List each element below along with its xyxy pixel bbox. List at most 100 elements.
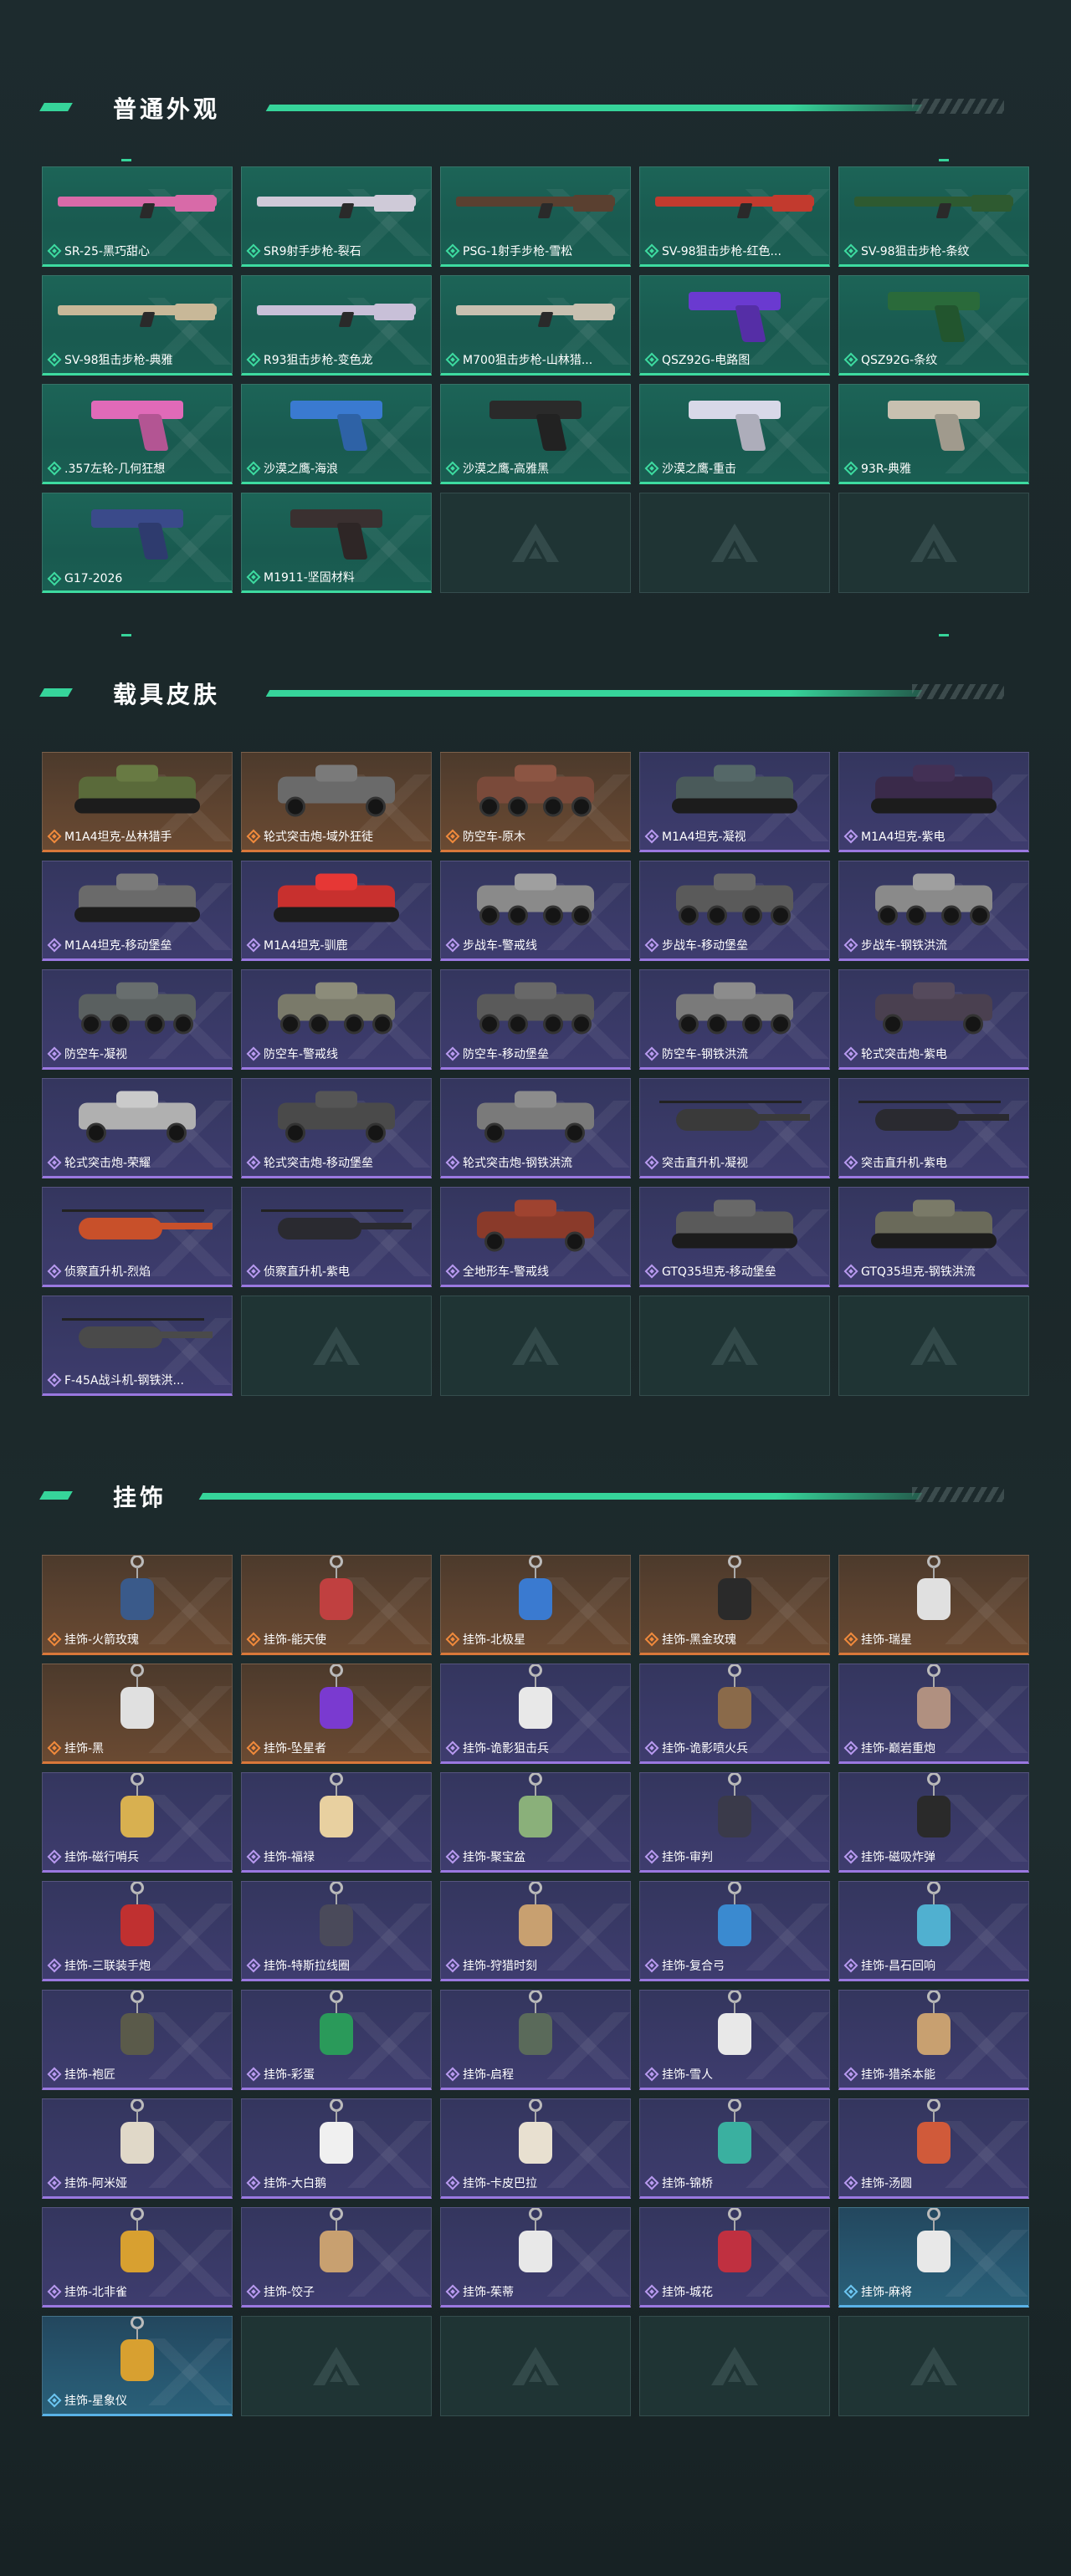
item-card[interactable]: 挂饰-黑	[42, 1664, 233, 1764]
item-card[interactable]: SR-25-黑巧甜心	[42, 166, 233, 267]
item-card[interactable]: 全地形车-警戒线	[440, 1187, 631, 1287]
item-card[interactable]: PSG-1射手步枪-雪松	[440, 166, 631, 267]
item-card[interactable]: 挂饰-聚宝盆	[440, 1772, 631, 1873]
item-card[interactable]: 轮式突击炮-钢铁洪流	[440, 1078, 631, 1178]
item-card[interactable]: F-45A战斗机-钢铁洪...	[42, 1296, 233, 1396]
item-card[interactable]: M700狙击步枪-山林猎...	[440, 275, 631, 376]
item-label-row: 挂饰-雪人	[644, 2066, 713, 2083]
item-card[interactable]: 侦察直升机-烈焰	[42, 1187, 233, 1287]
item-card[interactable]: 侦察直升机-紫电	[241, 1187, 432, 1287]
item-card[interactable]: M1A4坦克-驯鹿	[241, 861, 432, 961]
item-card[interactable]: 突击直升机-紫电	[838, 1078, 1029, 1178]
item-card[interactable]: .357左轮-几何狂想	[42, 384, 233, 484]
item-card[interactable]: R93狙击步枪-变色龙	[241, 275, 432, 376]
item-card[interactable]: 挂饰-复合弓	[639, 1881, 830, 1981]
item-card[interactable]: SV-98狙击步枪-红色...	[639, 166, 830, 267]
item-card[interactable]: 挂饰-汤圆	[838, 2098, 1029, 2199]
item-card[interactable]: 沙漠之鹰-重击	[639, 384, 830, 484]
item-card[interactable]: M1A4坦克-紫电	[838, 752, 1029, 852]
item-card[interactable]: 防空车-移动堡垒	[440, 969, 631, 1070]
item-card[interactable]: 挂饰-锦桥	[639, 2098, 830, 2199]
rarity-diamond-icon	[246, 1740, 261, 1756]
item-card[interactable]: 挂饰-彩蛋	[241, 1990, 432, 2090]
item-card[interactable]: M1911-坚固材料	[241, 493, 432, 593]
section-title: 挂饰	[113, 1484, 167, 1511]
item-card[interactable]: 防空车-警戒线	[241, 969, 432, 1070]
item-card[interactable]: 挂饰-巅岩重炮	[838, 1664, 1029, 1764]
item-card[interactable]: 挂饰-雪人	[639, 1990, 830, 2090]
item-card[interactable]: 挂饰-启程	[440, 1990, 631, 2090]
item-card[interactable]: 挂饰-特斯拉线圈	[241, 1881, 432, 1981]
item-card[interactable]: 93R-典雅	[838, 384, 1029, 484]
section-vehicle-skins: 载具皮肤	[0, 676, 1071, 709]
vehicle-wheel	[679, 1014, 699, 1035]
item-card[interactable]: 挂饰-火箭玫瑰	[42, 1555, 233, 1655]
item-card[interactable]: 挂饰-三联装手炮	[42, 1881, 233, 1981]
item-label: 轮式突击炮-域外狂徒	[264, 831, 374, 844]
item-card[interactable]: 轮式突击炮-荣耀	[42, 1078, 233, 1178]
item-card[interactable]: 防空车-凝视	[42, 969, 233, 1070]
item-card[interactable]: 步战车-钢铁洪流	[838, 861, 1029, 961]
item-card[interactable]: GTQ35坦克-钢铁洪流	[838, 1187, 1029, 1287]
charm-chain	[933, 2110, 935, 2123]
item-card[interactable]: 步战车-警戒线	[440, 861, 631, 961]
item-card[interactable]: 挂饰-磁行哨兵	[42, 1772, 233, 1873]
item-card[interactable]: 沙漠之鹰-高雅黑	[440, 384, 631, 484]
item-card[interactable]: SR9射手步枪-裂石	[241, 166, 432, 267]
item-card[interactable]: M1A4坦克-丛林猎手	[42, 752, 233, 852]
item-card[interactable]: 挂饰-猎杀本能	[838, 1990, 1029, 2090]
item-card[interactable]: M1A4坦克-凝视	[639, 752, 830, 852]
item-card[interactable]: QSZ92G-电路图	[639, 275, 830, 376]
item-card[interactable]: 步战车-移动堡垒	[639, 861, 830, 961]
item-card[interactable]: GTQ35坦克-移动堡垒	[639, 1187, 830, 1287]
item-card[interactable]: 轮式突击炮-域外狂徒	[241, 752, 432, 852]
item-card[interactable]: 挂饰-磁吸炸弹	[838, 1772, 1029, 1873]
item-card[interactable]: 挂饰-饺子	[241, 2207, 432, 2308]
charm-pendant	[917, 2122, 951, 2165]
item-card[interactable]: SV-98狙击步枪-条纹	[838, 166, 1029, 267]
item-image-holder	[257, 192, 416, 219]
vehicle-wheel	[479, 796, 500, 817]
item-card[interactable]: 防空车-原木	[440, 752, 631, 852]
vehicle-image	[265, 1085, 407, 1147]
item-card[interactable]: 挂饰-诡影狙击兵	[440, 1664, 631, 1764]
item-card[interactable]: 挂饰-黑金玫瑰	[639, 1555, 830, 1655]
rarity-diamond-icon	[644, 1264, 659, 1279]
item-card[interactable]: 挂饰-北极星	[440, 1555, 631, 1655]
item-image-holder	[112, 2099, 162, 2174]
item-label: 防空车-原木	[463, 831, 526, 844]
item-card[interactable]: 挂饰-茱蒂	[440, 2207, 631, 2308]
item-card[interactable]: 挂饰-城花	[639, 2207, 830, 2308]
item-card[interactable]: 防空车-钢铁洪流	[639, 969, 830, 1070]
item-card[interactable]: M1A4坦克-移动堡垒	[42, 861, 233, 961]
item-card[interactable]: 轮式突击炮-移动堡垒	[241, 1078, 432, 1178]
charm-image	[909, 1773, 959, 1848]
rifle-grip	[537, 312, 554, 328]
item-card[interactable]: 挂饰-卡皮巴拉	[440, 2098, 631, 2199]
item-card[interactable]: 挂饰-审判	[639, 1772, 830, 1873]
item-card[interactable]: 挂饰-狩猎时刻	[440, 1881, 631, 1981]
item-card[interactable]: 挂饰-昌石回响	[838, 1881, 1029, 1981]
item-card[interactable]: 挂饰-星象仪	[42, 2316, 233, 2416]
item-card[interactable]: 沙漠之鹰-海浪	[241, 384, 432, 484]
item-card[interactable]: 挂饰-阿米娅	[42, 2098, 233, 2199]
charm-pendant	[320, 2013, 353, 2056]
item-card[interactable]: 挂饰-坠星者	[241, 1664, 432, 1764]
item-card[interactable]: 突击直升机-凝视	[639, 1078, 830, 1178]
item-card[interactable]: 挂饰-北非雀	[42, 2207, 233, 2308]
item-card[interactable]: 挂饰-麻将	[838, 2207, 1029, 2308]
item-label: M1A4坦克-紫电	[861, 831, 945, 844]
item-card[interactable]: 挂饰-能天使	[241, 1555, 432, 1655]
vehicle-wheel	[86, 1122, 106, 1143]
item-card[interactable]: 挂饰-大白鹅	[241, 2098, 432, 2199]
item-card[interactable]: 轮式突击炮-紫电	[838, 969, 1029, 1070]
item-card[interactable]: 挂饰-袍匠	[42, 1990, 233, 2090]
item-card[interactable]: G17-2026	[42, 493, 233, 593]
charm-image	[311, 1664, 361, 1739]
item-card[interactable]: 挂饰-瑞星	[838, 1555, 1029, 1655]
item-card[interactable]: 挂饰-诡影喷火兵	[639, 1664, 830, 1764]
item-card[interactable]: QSZ92G-条纹	[838, 275, 1029, 376]
item-label-row: 步战车-移动堡垒	[644, 937, 748, 953]
item-card[interactable]: SV-98狙击步枪-典雅	[42, 275, 233, 376]
item-card[interactable]: 挂饰-福禄	[241, 1772, 432, 1873]
